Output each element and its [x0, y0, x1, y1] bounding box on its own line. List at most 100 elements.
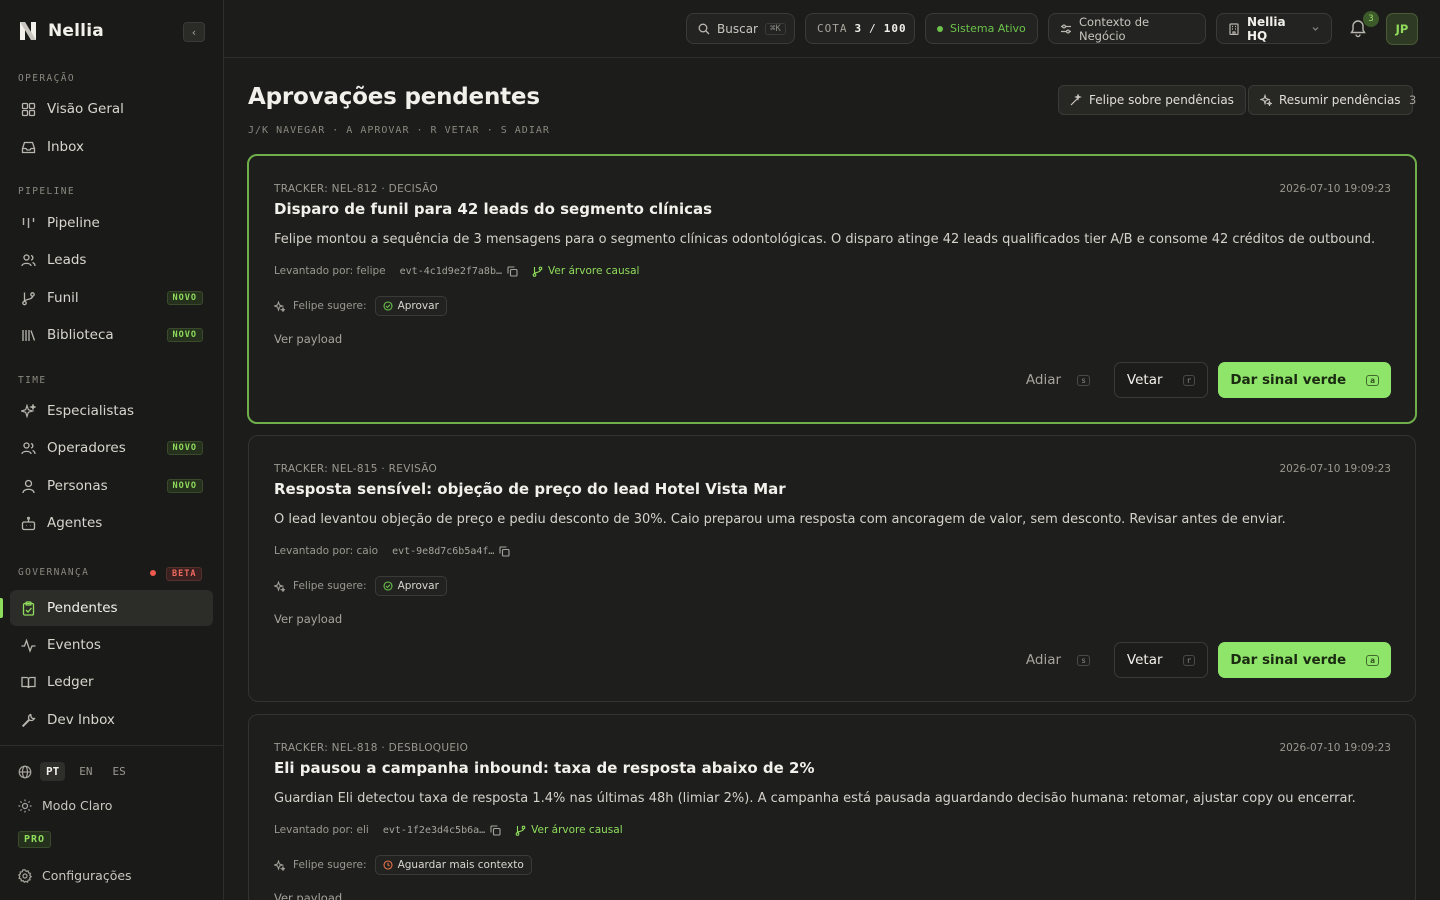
- theme-toggle-label: Modo Claro: [42, 798, 113, 813]
- card-meta: Levantado por: felipe evt-4c1d9e2f7a8b… …: [274, 265, 639, 277]
- sidebar-item-pipeline[interactable]: Pipeline: [10, 205, 213, 241]
- chevron-down-icon: [1311, 24, 1320, 33]
- sparkles-icon: [274, 580, 285, 592]
- suggestion-chip: Aprovar: [374, 576, 447, 596]
- sidebar-item-especialistas[interactable]: Especialistas: [10, 393, 213, 429]
- sparkles-icon: [20, 403, 36, 419]
- approve-button[interactable]: Dar sinal verde a: [1218, 362, 1391, 398]
- copy-icon[interactable]: [490, 824, 501, 836]
- tracker-label: TRACKER: NEL-818 · DESBLOQUEIO: [274, 742, 469, 754]
- section-label-time: TIME: [18, 375, 47, 386]
- raised-by: Levantado por: felipe: [274, 265, 386, 277]
- sidebar-item-biblioteca[interactable]: Biblioteca NOVO: [10, 317, 213, 353]
- language-en[interactable]: EN: [73, 762, 98, 781]
- check-circle-icon: [383, 581, 393, 591]
- search-button[interactable]: Buscar ⌘K: [686, 13, 795, 44]
- section-label-operacao: OPERAÇÃO: [18, 73, 75, 84]
- wand-icon: [1070, 94, 1082, 106]
- sidebar-item-funil[interactable]: Funil NOVO: [10, 280, 213, 316]
- sidebar-item-label: Personas: [47, 478, 108, 494]
- suggestion-chip: Aguardar mais contexto: [374, 855, 532, 875]
- sidebar-item-ledger[interactable]: Ledger: [10, 664, 213, 700]
- status-dot: [937, 25, 943, 32]
- event-id[interactable]: evt-9e8d7c6b5a4f…: [392, 546, 510, 557]
- business-context-label: Contexto de Negócio: [1079, 14, 1150, 43]
- sidebar-item-leads[interactable]: Leads: [10, 242, 213, 278]
- approval-card[interactable]: TRACKER: NEL-815 · REVISÃO 2026-07-10 19…: [248, 435, 1416, 702]
- adiar-button[interactable]: Adiar s: [1012, 642, 1104, 678]
- felipe-suggestion: Felipe sugere: Aprovar: [274, 576, 447, 596]
- git-branch-icon: [20, 290, 36, 306]
- building-icon: [1228, 22, 1240, 35]
- workspace-switcher[interactable]: Nellia HQ: [1216, 13, 1332, 44]
- card-title: Eli pausou a campanha inbound: taxa de r…: [274, 759, 815, 777]
- pending-count: 3: [1409, 93, 1417, 107]
- sidebar-item-inbox[interactable]: Inbox: [10, 129, 213, 165]
- adiar-button[interactable]: Adiar s: [1012, 362, 1104, 398]
- copy-icon[interactable]: [499, 545, 510, 557]
- plan-badge: PRO: [18, 831, 52, 848]
- suggestion-chip: Aprovar: [374, 296, 447, 316]
- causal-tree-link[interactable]: Ver árvore causal: [532, 265, 639, 277]
- approval-card[interactable]: TRACKER: NEL-818 · DESBLOQUEIO 2026-07-1…: [248, 714, 1416, 900]
- view-payload-link[interactable]: Ver payload: [274, 891, 342, 900]
- card-title: Resposta sensível: objeção de preço do l…: [274, 480, 786, 498]
- user-icon: [20, 478, 36, 494]
- keyboard-shortcuts-hint: J/K NAVEGAR · A APROVAR · R VETAR · S AD…: [248, 125, 550, 136]
- view-payload-link[interactable]: Ver payload: [274, 612, 342, 626]
- causal-tree-link[interactable]: Ver árvore causal: [515, 824, 623, 836]
- sidebar-item-label: Funil: [47, 290, 79, 306]
- search-icon: [698, 23, 710, 35]
- search-shortcut: ⌘K: [764, 22, 786, 35]
- card-meta: Levantado por: caio evt-9e8d7c6b5a4f…: [274, 545, 510, 557]
- vetar-button[interactable]: Vetar r: [1113, 362, 1209, 398]
- git-branch-icon: [515, 825, 526, 836]
- felipe-pendencias-label: Felipe sobre pendências: [1089, 93, 1234, 107]
- tracker-label: TRACKER: NEL-812 · DECISÃO: [274, 183, 439, 195]
- card-description: Guardian Eli detectou taxa de resposta 1…: [274, 791, 1356, 806]
- sidebar-item-pendentes[interactable]: Pendentes: [10, 590, 213, 626]
- grid-icon: [20, 101, 36, 117]
- sidebar-item-label: Inbox: [47, 139, 84, 155]
- card-description: Felipe montou a sequência de 3 mensagens…: [274, 232, 1376, 247]
- resumir-pendencias-label: Resumir pendências: [1279, 93, 1401, 107]
- quota-indicator: COTA 3 / 100: [805, 13, 915, 44]
- language-es[interactable]: ES: [107, 762, 132, 781]
- library-icon: [20, 327, 36, 343]
- business-context-button[interactable]: Contexto de Negócio: [1048, 13, 1206, 44]
- sidebar-item-dev-inbox[interactable]: Dev Inbox: [10, 702, 213, 738]
- theme-toggle[interactable]: Modo Claro: [18, 798, 112, 813]
- sun-icon: [18, 799, 32, 813]
- approval-card[interactable]: TRACKER: NEL-812 · DECISÃO 2026-07-10 19…: [247, 154, 1417, 424]
- settings-label: Configurações: [42, 868, 132, 883]
- brand[interactable]: Nellia: [18, 20, 104, 42]
- felipe-pendencias-button[interactable]: Felipe sobre pendências: [1058, 85, 1246, 115]
- sidebar-item-visao-geral[interactable]: Visão Geral: [10, 91, 213, 127]
- event-id[interactable]: evt-4c1d9e2f7a8b…: [400, 266, 518, 277]
- vetar-button[interactable]: Vetar r: [1113, 642, 1209, 678]
- sidebar-item-eventos[interactable]: Eventos: [10, 627, 213, 663]
- approve-button[interactable]: Dar sinal verde a: [1218, 642, 1391, 678]
- users-icon: [20, 440, 36, 456]
- event-id[interactable]: evt-1f2e3d4c5b6a…: [383, 825, 501, 836]
- raised-by: Levantado por: eli: [274, 824, 369, 836]
- collapse-sidebar-button[interactable]: ‹: [183, 22, 205, 42]
- git-branch-icon: [532, 266, 543, 277]
- language-switcher: PT EN ES: [18, 762, 132, 781]
- check-circle-icon: [383, 301, 393, 311]
- resumir-pendencias-button[interactable]: Resumir pendências: [1248, 85, 1413, 115]
- avatar[interactable]: JP: [1386, 13, 1418, 45]
- sidebar-item-operadores[interactable]: Operadores NOVO: [10, 430, 213, 466]
- tracker-label: TRACKER: NEL-815 · REVISÃO: [274, 463, 438, 475]
- bot-icon: [20, 515, 36, 531]
- system-status[interactable]: Sistema Ativo: [925, 13, 1038, 44]
- nellia-logo-icon: [20, 22, 36, 40]
- copy-icon[interactable]: [507, 265, 518, 277]
- view-payload-link[interactable]: Ver payload: [274, 332, 342, 346]
- language-pt[interactable]: PT: [40, 762, 66, 781]
- sidebar-item-agentes[interactable]: Agentes: [10, 505, 213, 541]
- card-meta: Levantado por: eli evt-1f2e3d4c5b6a… Ver…: [274, 824, 623, 836]
- timestamp: 2026-07-10 19:09:23: [1279, 463, 1391, 475]
- sidebar-item-personas[interactable]: Personas NOVO: [10, 468, 213, 504]
- settings-link[interactable]: Configurações: [18, 868, 132, 883]
